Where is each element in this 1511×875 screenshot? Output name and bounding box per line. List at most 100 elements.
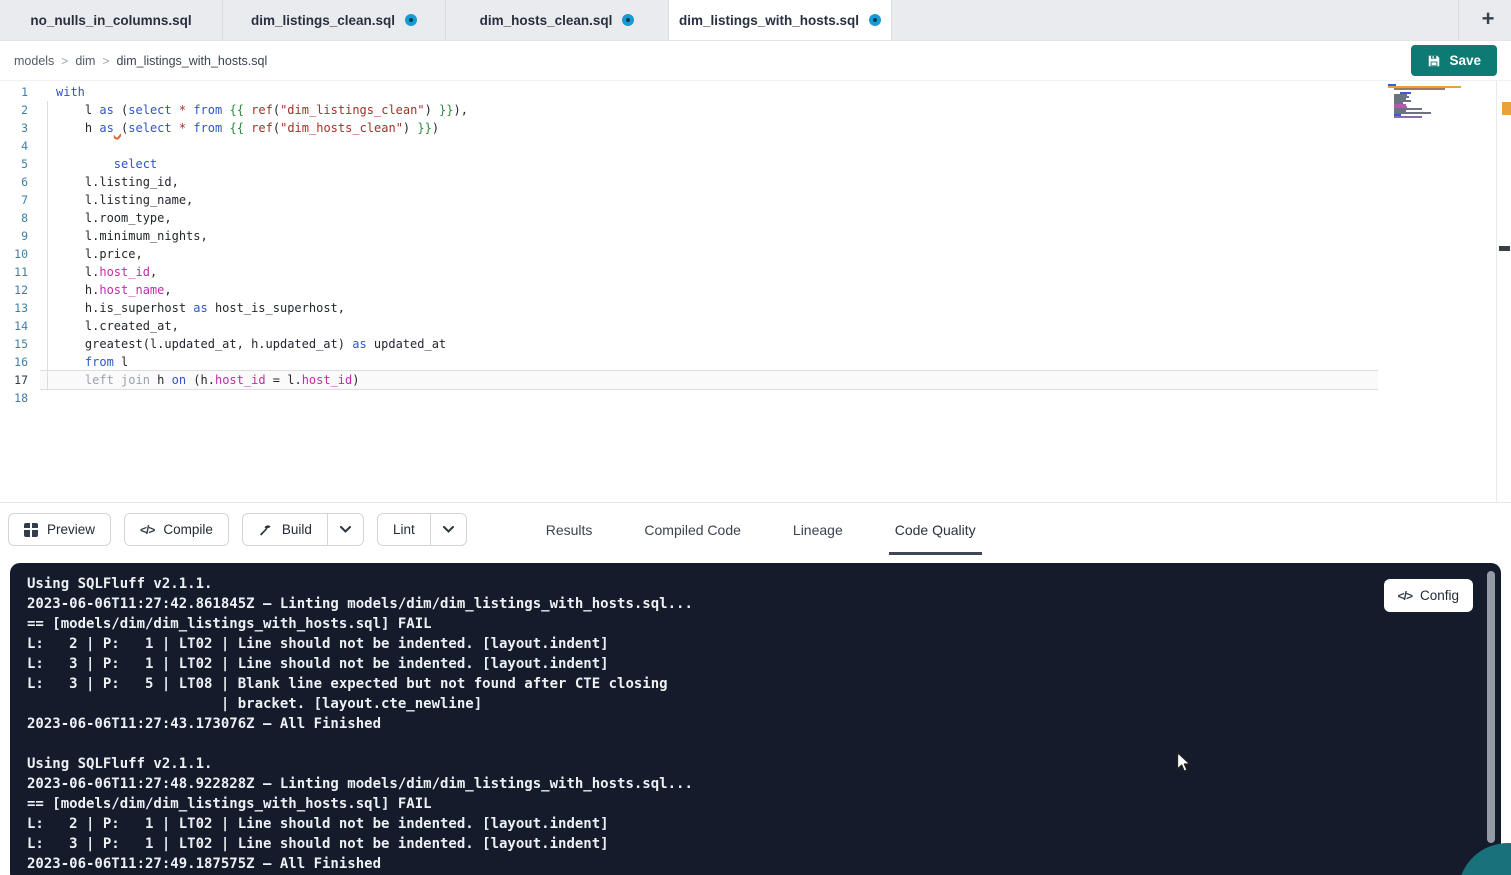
code-line[interactable]: 1with [0, 83, 1511, 101]
preview-button[interactable]: Preview [8, 513, 111, 546]
code-line-text: with [40, 83, 85, 101]
line-number: 6 [0, 173, 40, 191]
code-line-text: left join h on (h.host_id = l.host_id) [40, 371, 360, 389]
code-line[interactable]: 5 select [0, 155, 1511, 173]
line-number: 13 [0, 299, 40, 317]
line-number: 8 [0, 209, 40, 227]
terminal-line: 2023-06-06T11:27:49.187575Z — All Finish… [27, 854, 1501, 874]
terminal-line: | bracket. [layout.cte_newline] [27, 694, 1501, 714]
terminal-line: == [models/dim/dim_listings_with_hosts.s… [27, 794, 1501, 814]
code-line[interactable]: 10 l.price, [0, 245, 1511, 263]
code-line[interactable]: 16 from l [0, 353, 1511, 371]
editor-minimap[interactable] [1388, 84, 1462, 118]
code-line-text [40, 389, 56, 407]
result-tab-results[interactable]: Results [540, 504, 599, 555]
config-button[interactable]: </> Config [1384, 579, 1473, 612]
lint-dropdown-toggle[interactable] [430, 514, 466, 545]
build-dropdown-toggle[interactable] [327, 514, 363, 545]
terminal-line: == [models/dim/dim_listings_with_hosts.s… [27, 614, 1501, 634]
code-line[interactable]: 12 h.host_name, [0, 281, 1511, 299]
build-button[interactable]: Build [242, 513, 364, 546]
code-line[interactable]: 7 l.listing_name, [0, 191, 1511, 209]
line-number: 2 [0, 101, 40, 119]
code-line[interactable]: 3 h as (select * from {{ ref("dim_hosts_… [0, 119, 1511, 137]
compile-button-label: Compile [163, 522, 213, 537]
code-line[interactable]: 15 greatest(l.updated_at, h.updated_at) … [0, 335, 1511, 353]
terminal-line: L: 2 | P: 1 | LT02 | Line should not be … [27, 814, 1501, 834]
line-number: 11 [0, 263, 40, 281]
lint-button[interactable]: Lint [377, 513, 467, 546]
breadcrumb-segment[interactable]: dim_listings_with_hosts.sql [116, 54, 267, 68]
modified-indicator-icon [869, 14, 881, 26]
line-number: 10 [0, 245, 40, 263]
breadcrumb-separator-icon: > [61, 54, 68, 68]
code-line-text: l.created_at, [40, 317, 179, 335]
result-tabs: Results Compiled Code Lineage Code Quality [520, 504, 1002, 555]
breadcrumb-segment[interactable]: dim [75, 54, 95, 68]
code-line-text: h.host_name, [40, 281, 172, 299]
editor-tab-bar: no_nulls_in_columns.sql dim_listings_clea… [0, 0, 1511, 41]
preview-grid-icon [24, 523, 38, 537]
hammer-icon [258, 522, 273, 537]
code-line[interactable]: 6 l.listing_id, [0, 173, 1511, 191]
line-number: 3 [0, 119, 40, 137]
code-line-text: from l [40, 353, 128, 371]
editor-tab[interactable]: no_nulls_in_columns.sql [0, 0, 223, 40]
code-editor[interactable]: 1with2 l as (select * from {{ ref("dim_l… [0, 81, 1511, 503]
code-line[interactable]: 2 l as (select * from {{ ref("dim_listin… [0, 101, 1511, 119]
code-line-text: l.listing_id, [40, 173, 179, 191]
line-number: 7 [0, 191, 40, 209]
code-line[interactable]: 17 left join h on (h.host_id = l.host_id… [0, 371, 1511, 389]
code-line[interactable]: 13 h.is_superhost as host_is_superhost, [0, 299, 1511, 317]
editor-tab[interactable]: dim_listings_with_hosts.sql [669, 0, 892, 40]
code-line[interactable]: 8 l.room_type, [0, 209, 1511, 227]
editor-tab[interactable]: dim_listings_clean.sql [223, 0, 446, 40]
breadcrumb-separator-icon: > [102, 54, 109, 68]
line-number: 5 [0, 155, 40, 173]
result-tab-code-quality[interactable]: Code Quality [889, 504, 982, 555]
code-line[interactable]: 14 l.created_at, [0, 317, 1511, 335]
code-line-text [40, 137, 56, 155]
code-line[interactable]: 11 l.host_id, [0, 263, 1511, 281]
code-line-text: l.room_type, [40, 209, 172, 227]
code-line[interactable]: 18 [0, 389, 1511, 407]
terminal-line: 2023-06-06T11:27:43.173076Z — All Finish… [27, 714, 1501, 734]
new-tab-button[interactable]: + [1473, 8, 1503, 33]
line-number: 14 [0, 317, 40, 335]
minimap-row [1394, 88, 1445, 90]
editor-tab[interactable]: dim_hosts_clean.sql [446, 0, 669, 40]
code-line-text: l as (select * from {{ ref("dim_listings… [40, 101, 468, 119]
breadcrumb-segment[interactable]: models [14, 54, 54, 68]
terminal-line: L: 3 | P: 1 | LT02 | Line should not be … [27, 654, 1501, 674]
tab-label: no_nulls_in_columns.sql [30, 13, 191, 28]
preview-button-label: Preview [47, 522, 95, 537]
build-button-label: Build [282, 522, 312, 537]
tab-bar-divider [1458, 0, 1459, 40]
terminal-line: L: 3 | P: 1 | LT02 | Line should not be … [27, 834, 1501, 854]
tab-label: dim_listings_clean.sql [251, 13, 395, 28]
code-line-text: greatest(l.updated_at, h.updated_at) as … [40, 335, 446, 353]
code-line[interactable]: 9 l.minimum_nights, [0, 227, 1511, 245]
result-tab-compiled-code[interactable]: Compiled Code [638, 504, 747, 555]
terminal-scrollbar[interactable] [1487, 571, 1495, 843]
line-number: 9 [0, 227, 40, 245]
terminal-line [27, 734, 1501, 754]
code-line[interactable]: 4 [0, 137, 1511, 155]
code-line-text: select [40, 155, 157, 173]
code-line-text: h as (select * from {{ ref("dim_hosts_cl… [40, 119, 439, 137]
save-button[interactable]: Save [1411, 45, 1497, 76]
chevron-down-icon [340, 526, 351, 533]
code-brackets-icon: </> [1398, 589, 1412, 603]
code-line-text: l.price, [40, 245, 143, 263]
result-tab-lineage[interactable]: Lineage [787, 504, 849, 555]
terminal-line: Using SQLFluff v2.1.1. [27, 574, 1501, 594]
tab-label: dim_listings_with_hosts.sql [679, 13, 859, 28]
code-brackets-icon: </> [140, 523, 154, 537]
tab-label: dim_hosts_clean.sql [480, 13, 613, 28]
modified-indicator-icon [622, 14, 634, 26]
terminal-line: Using SQLFluff v2.1.1. [27, 754, 1501, 774]
dbt-ide-screen: no_nulls_in_columns.sql dim_listings_clea… [0, 0, 1511, 875]
compile-button[interactable]: </> Compile [124, 513, 229, 546]
file-header-row: models > dim > dim_listings_with_hosts.sql S… [0, 41, 1511, 81]
code-line-text: l.host_id, [40, 263, 157, 281]
